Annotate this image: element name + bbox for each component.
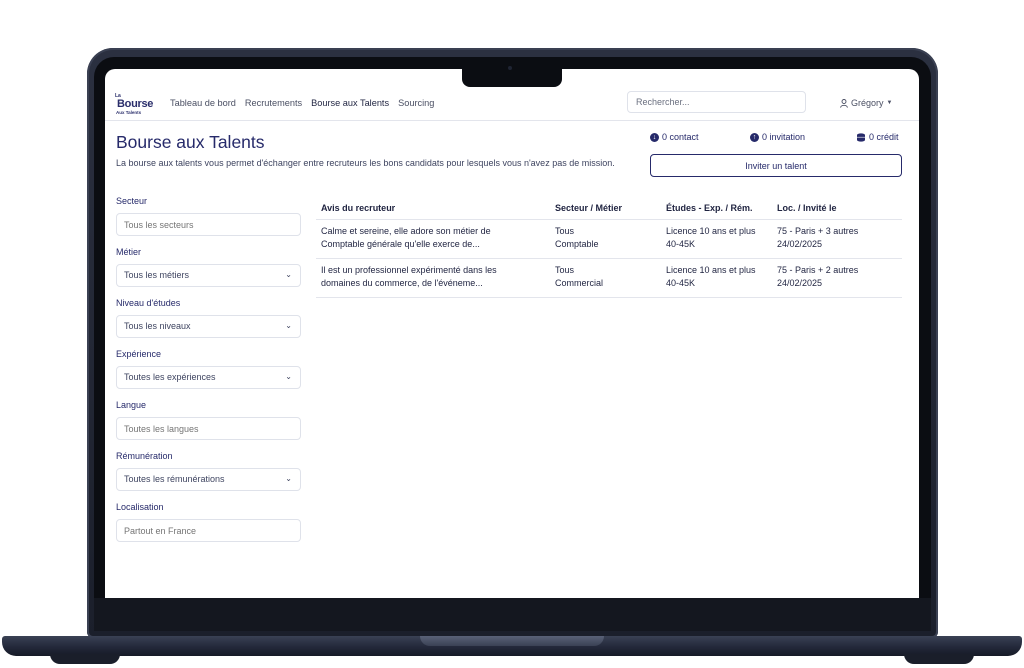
column-header-review[interactable]: Avis du recruteur	[321, 203, 395, 213]
job-filter-value: Tous les métiers	[124, 270, 190, 280]
nav-links: Tableau de bord Recrutements Bourse aux …	[170, 98, 434, 108]
location-value: 75 - Paris + 3 autres	[777, 226, 859, 236]
sector-value: Tous	[555, 265, 575, 275]
job-value: Commercial	[555, 278, 604, 288]
experience-filter-value: Toutes les expériences	[124, 372, 216, 382]
laptop-base-notch	[420, 636, 604, 646]
education-value: Licence 10 ans et plus	[666, 226, 756, 236]
laptop-chin	[94, 598, 931, 631]
contact-count-label: 0 contact	[662, 132, 699, 142]
page-description: La bourse aux talents vous permet d'écha…	[116, 158, 615, 168]
invite-date: 24/02/2025	[777, 278, 823, 288]
arrow-down-circle-icon: ↓	[650, 132, 659, 142]
education-cell: Licence 10 ans et plus 40-45K	[666, 264, 756, 290]
nav-link-sourcing[interactable]: Sourcing	[398, 98, 434, 108]
arrow-up-circle-icon: ↑	[750, 132, 759, 142]
logo-line-3: Aux Talents	[116, 110, 142, 115]
table-row[interactable]: Il est un professionnel expérimenté dans…	[316, 259, 902, 298]
logo-line-2: Bourse	[117, 98, 154, 110]
brand-logo[interactable]: La Bourse Aux Talents	[115, 93, 155, 117]
review-line: domaines du commerce, de l'événeme...	[321, 278, 483, 288]
laptop-foot-left	[50, 654, 120, 664]
sector-cell: Tous Comptable	[555, 225, 599, 251]
salary-filter-select[interactable]: Toutes les rémunérations ⌄	[116, 468, 301, 491]
filter-label-sector: Secteur	[116, 196, 148, 206]
coins-icon	[857, 132, 865, 142]
salary-filter-value: Toutes les rémunérations	[124, 474, 225, 484]
column-header-location[interactable]: Loc. / Invité le	[777, 203, 837, 213]
camera-icon	[508, 66, 512, 70]
credit-count[interactable]: 0 crédit	[856, 132, 899, 142]
user-name: Grégory	[851, 98, 884, 108]
credit-count-label: 0 crédit	[869, 132, 899, 142]
filter-label-experience: Expérience	[116, 349, 162, 359]
invite-date: 24/02/2025	[777, 239, 823, 249]
app-screen: La Bourse Aux Talents Tableau de bord Re…	[105, 69, 919, 598]
sector-value: Tous	[555, 226, 575, 236]
invite-talent-button[interactable]: Inviter un talent	[650, 154, 902, 177]
salary-value: 40-45K	[666, 278, 696, 288]
education-filter-select[interactable]: Tous les niveaux ⌄	[116, 315, 301, 338]
education-filter-value: Tous les niveaux	[124, 321, 191, 331]
search-input[interactable]	[627, 91, 806, 113]
table-header: Avis du recruteur Secteur / Métier Étude…	[316, 197, 902, 220]
nav-link-talent-exchange[interactable]: Bourse aux Talents	[311, 98, 389, 108]
filter-label-language: Langue	[116, 400, 147, 410]
contact-count[interactable]: ↓ 0 contact	[650, 132, 699, 142]
filter-label-salary: Rémunération	[116, 451, 173, 461]
nav-link-dashboard[interactable]: Tableau de bord	[170, 98, 236, 108]
column-header-education[interactable]: Études - Exp. / Rém.	[666, 203, 753, 213]
location-filter-input[interactable]	[116, 519, 301, 542]
salary-value: 40-45K	[666, 239, 696, 249]
caret-down-icon: ▼	[886, 100, 893, 106]
sector-filter-input[interactable]	[116, 213, 301, 236]
experience-filter-select[interactable]: Toutes les expériences ⌄	[116, 366, 301, 389]
camera-notch	[462, 64, 562, 87]
review-line: Calme et sereine, elle adore son métier …	[321, 226, 491, 236]
job-filter-select[interactable]: Tous les métiers ⌄	[116, 264, 301, 287]
nav-link-recruitments[interactable]: Recrutements	[245, 98, 302, 108]
laptop-foot-right	[904, 654, 974, 664]
review-line: Il est un professionnel expérimenté dans…	[321, 265, 497, 275]
chevron-down-icon: ⌄	[285, 372, 292, 381]
filter-label-location: Localisation	[116, 502, 164, 512]
filter-label-education: Niveau d'études	[116, 298, 181, 308]
page-title: Bourse aux Talents	[116, 132, 265, 152]
chevron-down-icon: ⌄	[285, 270, 292, 279]
review-cell: Il est un professionnel expérimenté dans…	[321, 264, 546, 290]
chevron-down-icon: ⌄	[285, 474, 292, 483]
user-menu[interactable]: Grégory ▼	[840, 98, 892, 108]
invitation-count[interactable]: ↑ 0 invitation	[750, 132, 805, 142]
location-cell: 75 - Paris + 2 autres 24/02/2025	[777, 264, 858, 290]
top-navbar: La Bourse Aux Talents Tableau de bord Re…	[105, 89, 919, 121]
sector-cell: Tous Commercial	[555, 264, 603, 290]
table-row[interactable]: Calme et sereine, elle adore son métier …	[316, 220, 902, 259]
job-value: Comptable	[555, 239, 599, 249]
location-cell: 75 - Paris + 3 autres 24/02/2025	[777, 225, 858, 251]
language-filter-input[interactable]	[116, 417, 301, 440]
education-value: Licence 10 ans et plus	[666, 265, 756, 275]
review-line: Comptable générale qu'elle exerce de...	[321, 239, 480, 249]
filter-label-job: Métier	[116, 247, 142, 257]
user-icon	[840, 98, 848, 108]
review-cell: Calme et sereine, elle adore son métier …	[321, 225, 546, 251]
invitation-count-label: 0 invitation	[762, 132, 806, 142]
location-value: 75 - Paris + 2 autres	[777, 265, 859, 275]
education-cell: Licence 10 ans et plus 40-45K	[666, 225, 756, 251]
chevron-down-icon: ⌄	[285, 321, 292, 330]
column-header-sector[interactable]: Secteur / Métier	[555, 203, 622, 213]
